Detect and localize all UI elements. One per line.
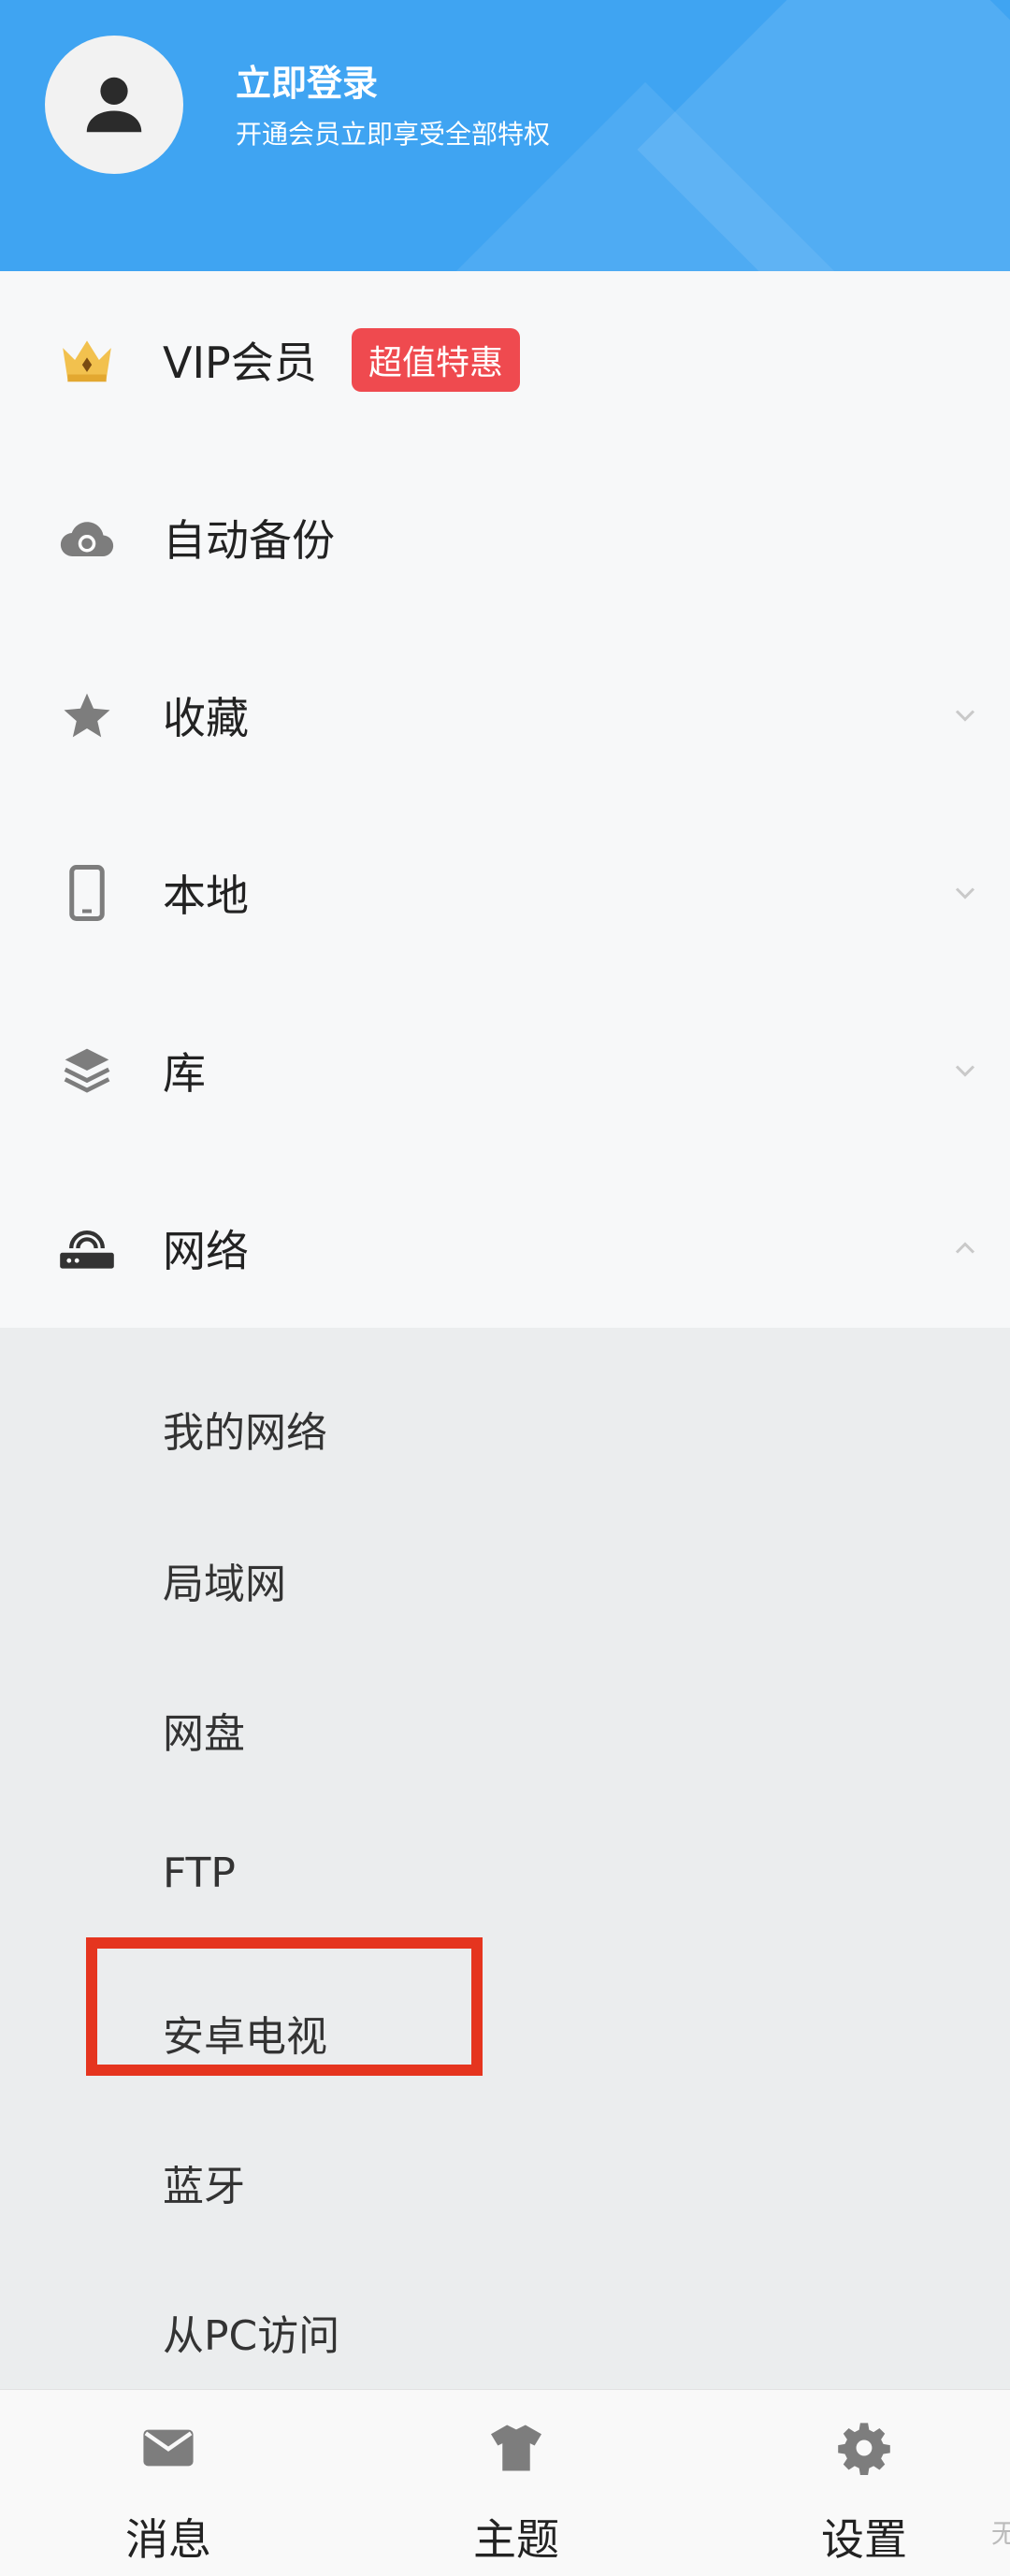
menu-item-library[interactable]: 库	[0, 982, 1010, 1159]
user-avatar-icon[interactable]	[45, 36, 183, 174]
login-subtitle: 开通会员立即享受全部特权	[236, 119, 551, 150]
tab-settings[interactable]: 设置	[771, 2418, 958, 2568]
promo-badge: 超值特惠	[352, 328, 521, 392]
menu-item-vip[interactable]: VIP会员 超值特惠	[0, 271, 1010, 449]
menu-item-label: 收藏	[163, 693, 249, 743]
drawer-menu: VIP会员 超值特惠 自动备份 收藏 本地 库 网络	[0, 271, 1010, 1337]
chevron-down-icon[interactable]	[948, 876, 982, 910]
shirt-icon	[486, 2418, 546, 2478]
chevron-up-icon[interactable]	[948, 1231, 982, 1265]
bottom-bar: 消息 主题 设置	[0, 2389, 1010, 2576]
submenu-item-cloud-drive[interactable]: 网盘	[163, 1700, 245, 1760]
submenu-item-ftp[interactable]: FTP	[163, 1849, 236, 1897]
menu-item-favorites[interactable]: 收藏	[0, 626, 1010, 804]
submenu-item-my-network[interactable]: 我的网络	[163, 1399, 327, 1459]
menu-item-label: 库	[163, 1048, 206, 1099]
menu-item-label: VIP会员	[163, 338, 317, 388]
menu-item-network[interactable]: 网络	[0, 1159, 1010, 1337]
edge-overflow-text: 无	[991, 2518, 1010, 2549]
tab-label: 主题	[473, 2514, 559, 2565]
chevron-down-icon[interactable]	[948, 698, 982, 732]
submenu-item-pc-access[interactable]: 从PC访问	[163, 2302, 339, 2362]
highlight-box	[86, 1937, 483, 2076]
phone-icon	[54, 860, 120, 926]
submenu-item-bluetooth[interactable]: 蓝牙	[163, 2152, 245, 2212]
login-title[interactable]: 立即登录	[236, 54, 378, 106]
router-icon	[54, 1216, 120, 1281]
layers-icon	[54, 1038, 120, 1103]
gear-icon	[834, 2418, 894, 2478]
tab-themes[interactable]: 主题	[423, 2418, 610, 2568]
login-header[interactable]: 立即登录 开通会员立即享受全部特权	[0, 0, 1010, 271]
network-submenu: 我的网络 局域网 网盘 FTP 安卓电视 蓝牙 从PC访问	[0, 1328, 1010, 2389]
cloud-sync-icon	[54, 505, 120, 570]
star-icon	[54, 683, 120, 748]
menu-item-label: 网络	[163, 1226, 249, 1276]
crown-icon	[54, 327, 120, 393]
tab-label: 设置	[821, 2514, 907, 2565]
submenu-item-lan[interactable]: 局域网	[163, 1550, 286, 1610]
tab-label: 消息	[125, 2514, 211, 2565]
menu-item-label: 自动备份	[163, 515, 335, 566]
menu-item-label: 本地	[163, 871, 249, 921]
chevron-down-icon[interactable]	[948, 1054, 982, 1087]
mail-icon	[138, 2418, 198, 2478]
menu-item-auto-backup[interactable]: 自动备份	[0, 449, 1010, 626]
tab-messages[interactable]: 消息	[75, 2418, 262, 2568]
menu-item-local[interactable]: 本地	[0, 804, 1010, 982]
